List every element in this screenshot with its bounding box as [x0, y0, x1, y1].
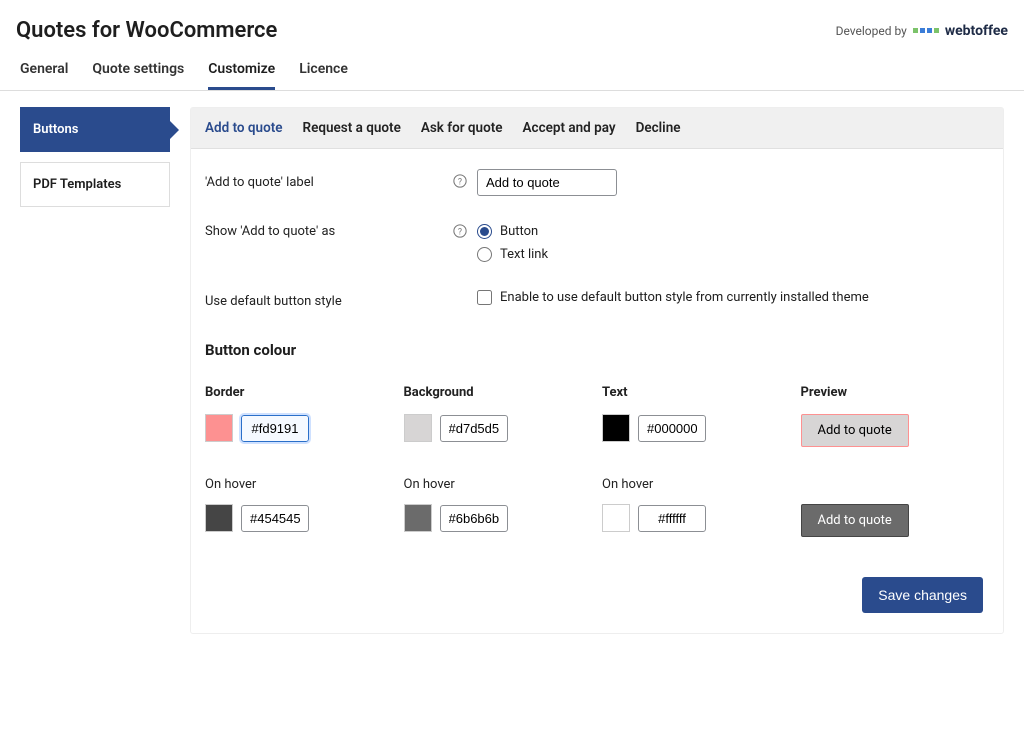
onhover-background: On hover: [404, 477, 593, 492]
sidebar: Buttons PDF Templates: [20, 107, 170, 207]
sidebar-item-buttons[interactable]: Buttons: [20, 107, 170, 152]
preview-button-hover: Add to quote: [801, 504, 909, 537]
swatch-background[interactable]: [404, 414, 432, 442]
help-icon[interactable]: ?: [453, 174, 477, 192]
swatch-background-hover[interactable]: [404, 504, 432, 532]
radio-button-label: Button: [500, 224, 538, 239]
main-panel: Add to quote Request a quote Ask for quo…: [190, 107, 1004, 634]
preview-button-normal: Add to quote: [801, 414, 909, 447]
section-button-colour: Button colour: [205, 341, 989, 359]
help-icon[interactable]: ?: [453, 224, 477, 242]
subtab-request-a-quote[interactable]: Request a quote: [303, 120, 401, 136]
checkbox-default-style[interactable]: [477, 290, 492, 305]
input-text-color[interactable]: [638, 415, 706, 442]
onhover-border: On hover: [205, 477, 394, 492]
input-background-hover[interactable]: [440, 505, 508, 532]
svg-text:?: ?: [458, 228, 462, 238]
page-title: Quotes for WooCommerce: [16, 18, 277, 43]
subtab-accept-and-pay[interactable]: Accept and pay: [523, 120, 616, 136]
subtab-add-to-quote[interactable]: Add to quote: [205, 120, 283, 136]
radio-textlink[interactable]: [477, 247, 492, 262]
add-to-quote-label-input[interactable]: [477, 169, 617, 196]
svg-text:?: ?: [458, 177, 462, 187]
save-button[interactable]: Save changes: [862, 577, 983, 613]
tab-general[interactable]: General: [20, 61, 68, 90]
label-show-as: Show 'Add to quote' as: [205, 224, 453, 239]
swatch-text[interactable]: [602, 414, 630, 442]
col-text: Text: [602, 385, 791, 400]
label-default-style: Use default button style: [205, 294, 453, 309]
subtab-decline[interactable]: Decline: [636, 120, 681, 136]
developed-by: Developed by webtoffee: [836, 23, 1008, 39]
sidebar-item-pdf-templates[interactable]: PDF Templates: [20, 162, 170, 207]
radio-button[interactable]: [477, 224, 492, 239]
input-border-hover[interactable]: [241, 505, 309, 532]
main-tabs: General Quote settings Customize Licence: [0, 47, 1024, 91]
col-preview: Preview: [801, 385, 990, 400]
swatch-text-hover[interactable]: [602, 504, 630, 532]
swatch-border[interactable]: [205, 414, 233, 442]
label-add-to-quote-label: 'Add to quote' label: [205, 175, 453, 190]
default-style-desc: Enable to use default button style from …: [500, 290, 869, 305]
col-background: Background: [404, 385, 593, 400]
input-border-color[interactable]: [241, 415, 309, 442]
input-text-hover[interactable]: [638, 505, 706, 532]
radio-textlink-label: Text link: [500, 247, 548, 262]
input-background-color[interactable]: [440, 415, 508, 442]
col-border: Border: [205, 385, 394, 400]
brand-logo-icon: [913, 28, 939, 33]
tab-customize[interactable]: Customize: [208, 61, 275, 90]
brand-name: webtoffee: [945, 23, 1008, 39]
onhover-text: On hover: [602, 477, 791, 492]
swatch-border-hover[interactable]: [205, 504, 233, 532]
subtab-ask-for-quote[interactable]: Ask for quote: [421, 120, 503, 136]
tab-quote-settings[interactable]: Quote settings: [92, 61, 184, 90]
sub-tabs: Add to quote Request a quote Ask for quo…: [191, 108, 1003, 149]
tab-licence[interactable]: Licence: [299, 61, 348, 90]
